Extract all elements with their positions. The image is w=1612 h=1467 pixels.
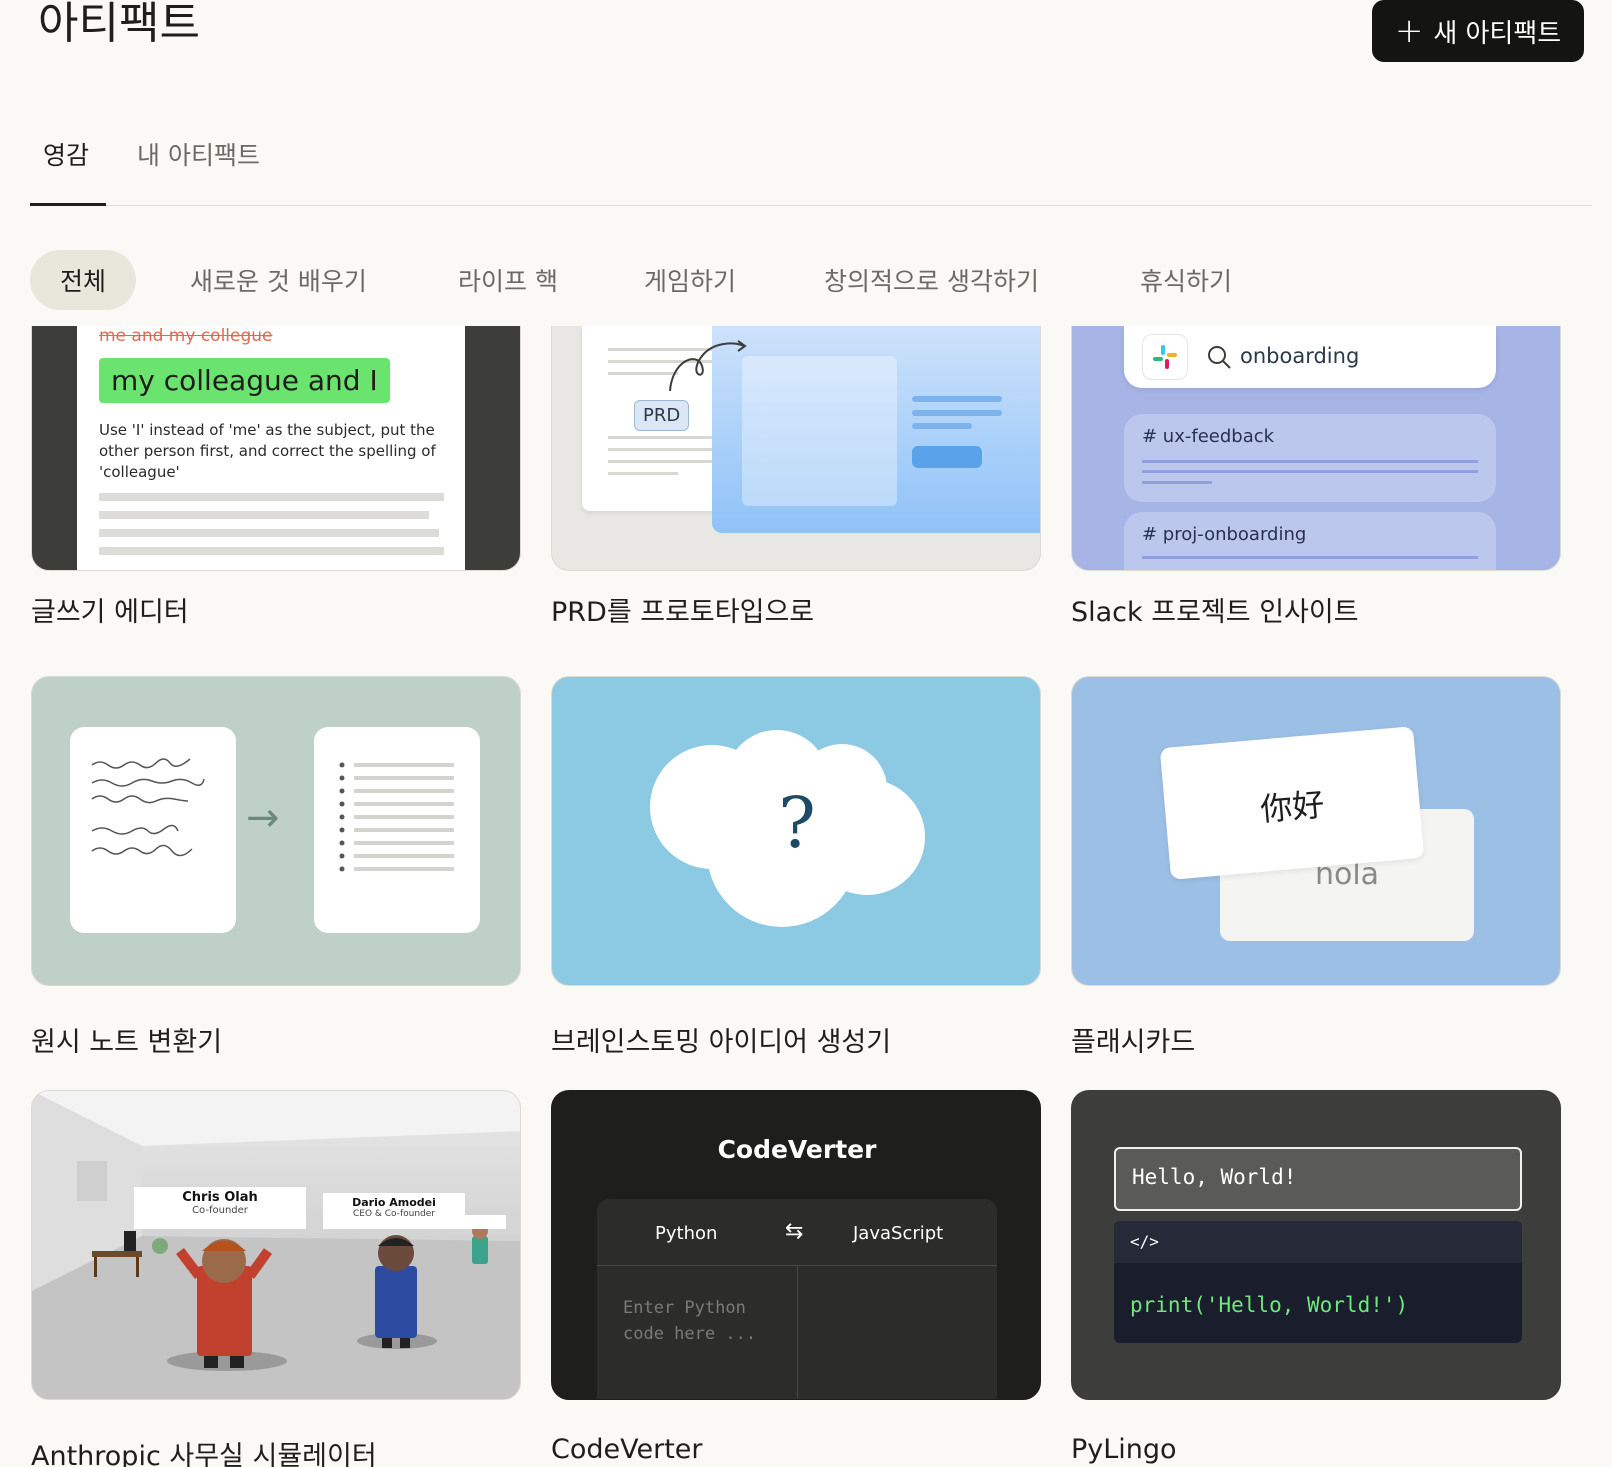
pylingo-code: print('Hello, World!'): [1130, 1293, 1409, 1317]
chip-creative[interactable]: 창의적으로 생각하기: [824, 250, 1039, 310]
card-thumbnail: Hello, World! </> print('Hello, World!'): [1071, 1090, 1561, 1400]
slack-channel-ux: # ux-feedback: [1142, 426, 1275, 447]
card-thumbnail: PRD: [551, 326, 1041, 571]
arrow-curve-icon: [669, 340, 747, 392]
prd-badge: PRD: [634, 400, 690, 431]
strikethrough-text: me and my collegue: [99, 326, 273, 346]
nameplate-role-1: Co-founder: [192, 1205, 248, 1216]
card-thumbnail: ?: [551, 676, 1041, 986]
nameplate-name-1: Chris Olah: [182, 1190, 258, 1205]
code-input-placeholder: Enter Python code here ...: [623, 1298, 757, 1344]
suggestion-note: Use 'I' instead of 'me' as the subject, …: [99, 421, 436, 481]
slack-logo-icon: [1142, 334, 1188, 380]
arrow-right-icon: →: [246, 795, 280, 841]
suggestion-chip: my colleague and I: [99, 358, 390, 403]
card-thumbnail: me and my collegue my colleague and I Us…: [31, 326, 521, 571]
card-thumbnail: onboarding # ux-feedback # proj-onboardi…: [1071, 326, 1561, 571]
card-title: 원시 노트 변환기: [31, 1027, 223, 1058]
card-title: Anthropic 사무실 시뮬레이터: [31, 1441, 377, 1467]
codeverter-heading: CodeVerter: [717, 1135, 877, 1164]
slack-channel-onboarding: # proj-onboarding: [1142, 524, 1307, 545]
chip-play-games[interactable]: 게임하기: [644, 250, 736, 310]
chip-all[interactable]: 전체: [30, 250, 137, 310]
card-thumbnail: CodeVerter Python ⇆ JavaScript Enter Pyt…: [551, 1090, 1041, 1400]
chip-relax[interactable]: 휴식하기: [1140, 250, 1232, 310]
card-title: 글쓰기 에디터: [31, 597, 189, 628]
question-mark: ?: [778, 782, 816, 864]
card-thumbnail: hola 你好: [1071, 676, 1561, 986]
nameplate-name-2: Dario Amodei: [352, 1196, 436, 1209]
flashcard-front: 你好: [1258, 785, 1326, 829]
card-title: PRD를 프로토타입으로: [551, 597, 815, 628]
page-title: 아티팩트: [38, 0, 200, 49]
tab-inspiration[interactable]: 영감: [43, 130, 89, 206]
card-title: Slack 프로젝트 인사이트: [1071, 597, 1359, 628]
plus-icon: +: [1394, 11, 1424, 51]
card-title: 플래시카드: [1071, 1027, 1196, 1058]
card-thumbnail: Chris Olah Co-founder Dario Amodei CEO &…: [31, 1090, 521, 1400]
new-artifact-label: 새 아티팩트: [1433, 18, 1562, 49]
card-thumbnail: →: [31, 676, 521, 986]
office-scene: [32, 1091, 520, 1399]
search-icon: [1208, 346, 1231, 369]
card-title: PyLingo: [1071, 1434, 1177, 1465]
pylingo-output: Hello, World!: [1132, 1165, 1297, 1189]
bullet-list-lines: [339, 762, 454, 872]
slack-search-text: onboarding: [1240, 344, 1360, 368]
nameplate-role-2: CEO & Co-founder: [352, 1209, 436, 1219]
code-tag-icon: </>: [1130, 1232, 1159, 1251]
active-tab-indicator: [30, 203, 106, 206]
card-title: CodeVerter: [551, 1434, 703, 1465]
scribble-lines: [91, 758, 205, 857]
chip-learn[interactable]: 새로운 것 배우기: [190, 250, 367, 310]
source-language: Python: [655, 1223, 718, 1244]
new-artifact-button[interactable]: + 새 아티팩트: [1372, 0, 1584, 62]
target-language: JavaScript: [853, 1223, 944, 1244]
tab-bar: 영감 내 아티팩트: [30, 130, 1592, 206]
tab-my-artifacts[interactable]: 내 아티팩트: [137, 130, 260, 206]
card-title: 브레인스토밍 아이디어 생성기: [551, 1027, 892, 1058]
chip-life-hacks[interactable]: 라이프 핵: [458, 250, 558, 310]
swap-icon: ⇆: [785, 1219, 804, 1244]
